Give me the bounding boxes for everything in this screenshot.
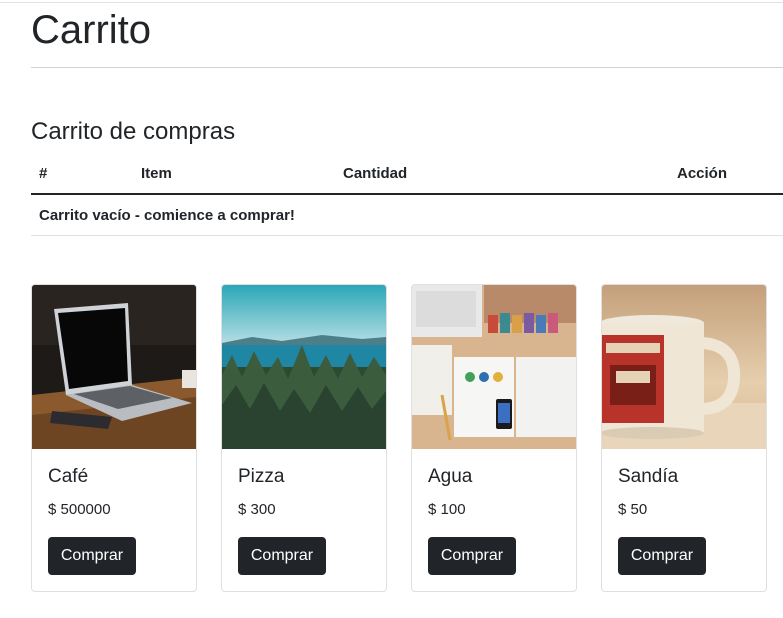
- column-header-action: Acción: [677, 165, 728, 182]
- product-price: $ 50: [618, 501, 648, 518]
- product-name: Agua: [428, 466, 473, 487]
- buy-button-pizza[interactable]: Comprar: [238, 537, 326, 575]
- product-price: $ 500000: [48, 501, 111, 518]
- buy-button-sandia[interactable]: Comprar: [618, 537, 706, 575]
- page-title: Carrito: [31, 8, 152, 52]
- product-price: $ 100: [428, 501, 466, 518]
- product-price: $ 300: [238, 501, 276, 518]
- product-card-sandia: Sandía $ 50 Comprar: [601, 284, 767, 592]
- table-row-divider: [31, 235, 783, 236]
- product-image-desk: [412, 285, 576, 449]
- product-name: Sandía: [618, 466, 679, 487]
- product-image-laptop: [32, 285, 196, 449]
- top-divider: [0, 2, 783, 3]
- buy-button-agua[interactable]: Comprar: [428, 537, 516, 575]
- product-name: Pizza: [238, 466, 285, 487]
- table-header-divider: [31, 193, 783, 195]
- buy-button-cafe[interactable]: Comprar: [48, 537, 136, 575]
- cart-heading: Carrito de compras: [31, 118, 236, 145]
- column-header-number: #: [39, 165, 48, 182]
- product-image-mug: [602, 285, 766, 449]
- column-header-quantity: Cantidad: [343, 165, 408, 182]
- product-image-forest: [222, 285, 386, 449]
- product-card-cafe: Café $ 500000 Comprar: [31, 284, 197, 592]
- product-card-pizza: Pizza $ 300 Comprar: [221, 284, 387, 592]
- title-divider: [31, 67, 783, 68]
- product-card-agua: Agua $ 100 Comprar: [411, 284, 577, 592]
- product-name: Café: [48, 466, 89, 487]
- column-header-item: Item: [141, 165, 172, 182]
- empty-cart-message: Carrito vacío - comience a comprar!: [39, 207, 295, 224]
